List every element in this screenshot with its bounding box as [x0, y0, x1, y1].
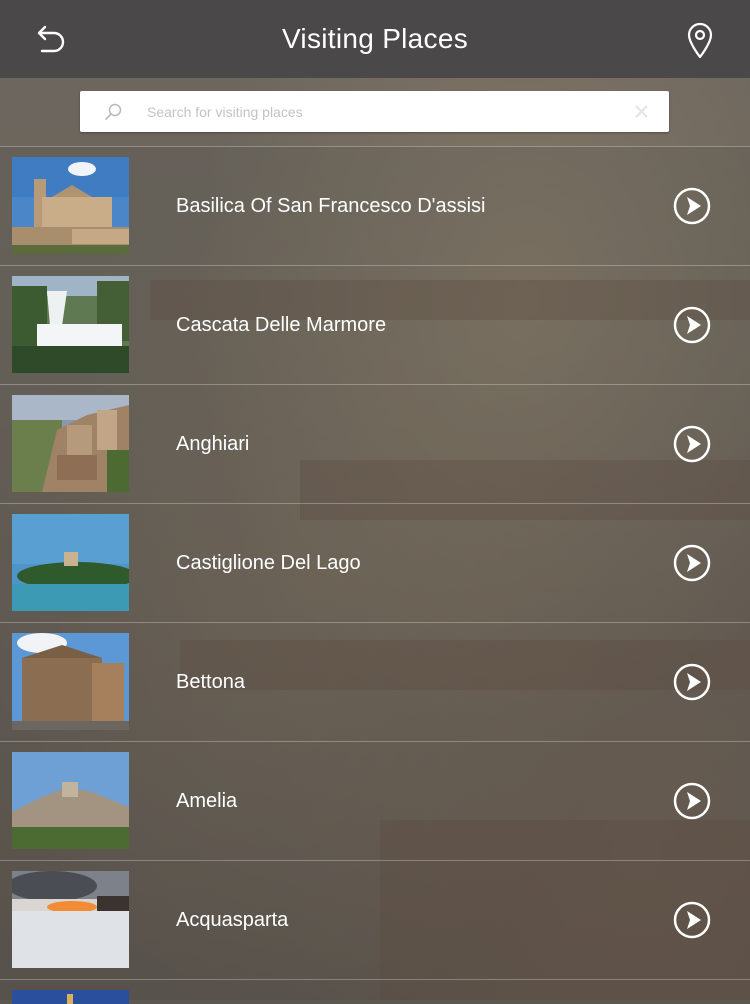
list-item[interactable]: Bettona — [0, 622, 750, 741]
place-name: Basilica Of San Francesco D'assisi — [176, 195, 486, 217]
list-item[interactable]: Anghiari — [0, 384, 750, 503]
chevron-right-icon[interactable] — [673, 663, 711, 701]
list-item[interactable]: Castiglione Del Lago — [0, 503, 750, 622]
place-name: Acquasparta — [176, 909, 289, 931]
place-thumbnail — [12, 633, 129, 730]
place-thumbnail — [12, 157, 129, 254]
chevron-right-icon[interactable] — [673, 306, 711, 344]
list-item[interactable] — [0, 979, 750, 1004]
place-name: Castiglione Del Lago — [176, 552, 361, 574]
list-item[interactable]: Cascata Delle Marmore — [0, 265, 750, 384]
chevron-right-icon[interactable] — [673, 901, 711, 939]
place-name: Cascata Delle Marmore — [176, 314, 387, 336]
page-title: Visiting Places — [281, 23, 469, 54]
clear-search-icon[interactable] — [634, 104, 649, 119]
list-item[interactable]: Basilica Of San Francesco D'assisi — [0, 146, 750, 265]
place-name: Anghiari — [176, 433, 250, 455]
place-thumbnail — [12, 514, 129, 611]
place-name: Bettona — [176, 671, 245, 693]
chevron-right-icon[interactable] — [673, 544, 711, 582]
place-thumbnail — [12, 395, 129, 492]
places-list: Basilica Of San Francesco D'assisi Casca… — [0, 146, 750, 1004]
search-bar — [80, 91, 669, 132]
search-input[interactable] — [145, 102, 609, 121]
back-arrow-icon[interactable] — [28, 20, 68, 60]
top-bar: Visiting Places — [0, 0, 750, 78]
chevron-right-icon[interactable] — [673, 782, 711, 820]
place-thumbnail — [12, 752, 129, 849]
place-thumbnail — [12, 990, 129, 1004]
list-item[interactable]: Amelia — [0, 741, 750, 860]
chevron-right-icon[interactable] — [673, 425, 711, 463]
place-name: Amelia — [176, 790, 238, 812]
place-thumbnail — [12, 871, 129, 968]
location-pin-icon[interactable] — [684, 20, 716, 60]
chevron-right-icon[interactable] — [673, 187, 711, 225]
search-icon — [105, 103, 122, 120]
place-thumbnail — [12, 276, 129, 373]
list-item[interactable]: Acquasparta — [0, 860, 750, 979]
